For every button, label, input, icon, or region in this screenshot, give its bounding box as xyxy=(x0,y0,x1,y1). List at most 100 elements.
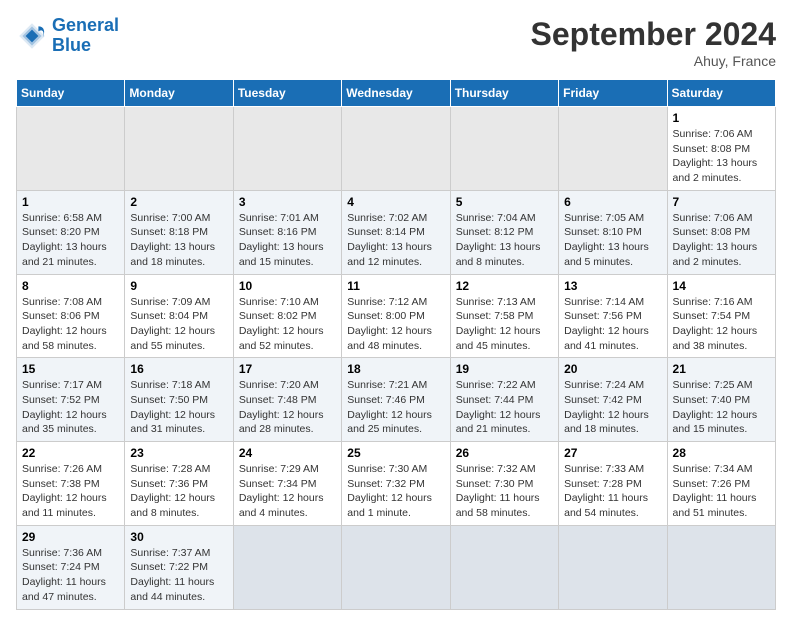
day-detail: Sunrise: 7:37 AM Sunset: 7:22 PM Dayligh… xyxy=(130,546,227,605)
calendar-cell: 1 Sunrise: 7:06 AM Sunset: 8:08 PM Daylig… xyxy=(667,107,775,191)
day-number: 28 xyxy=(673,446,770,460)
calendar-cell: 14 Sunrise: 7:16 AM Sunset: 7:54 PM Dayli… xyxy=(667,274,775,358)
logo-icon xyxy=(16,20,48,52)
day-detail: Sunrise: 7:24 AM Sunset: 7:42 PM Dayligh… xyxy=(564,378,661,437)
day-number: 18 xyxy=(347,362,444,376)
calendar-cell: 29Sunrise: 7:36 AM Sunset: 7:24 PM Dayli… xyxy=(17,525,125,609)
day-number: 25 xyxy=(347,446,444,460)
day-number: 4 xyxy=(347,195,444,209)
day-number: 6 xyxy=(564,195,661,209)
title-block: September 2024 Ahuy, France xyxy=(531,16,776,69)
day-number: 30 xyxy=(130,530,227,544)
day-number: 16 xyxy=(130,362,227,376)
calendar-cell: 15 Sunrise: 7:17 AM Sunset: 7:52 PM Dayli… xyxy=(17,358,125,442)
day-number: 11 xyxy=(347,279,444,293)
day-detail: Sunrise: 7:08 AM Sunset: 8:06 PM Dayligh… xyxy=(22,295,119,354)
calendar-cell: 25 Sunrise: 7:30 AM Sunset: 7:32 PM Dayli… xyxy=(342,442,450,526)
calendar-cell: 13Sunrise: 7:14 AM Sunset: 7:56 PM Dayli… xyxy=(559,274,667,358)
day-detail: Sunrise: 7:14 AM Sunset: 7:56 PM Dayligh… xyxy=(564,295,661,354)
calendar-cell: 10 Sunrise: 7:10 AM Sunset: 8:02 PM Dayli… xyxy=(233,274,341,358)
calendar-header-row: SundayMondayTuesdayWednesdayThursdayFrid… xyxy=(17,80,776,107)
calendar-cell: 11Sunrise: 7:12 AM Sunset: 8:00 PM Dayli… xyxy=(342,274,450,358)
calendar-cell: 6 Sunrise: 7:05 AM Sunset: 8:10 PM Daylig… xyxy=(559,190,667,274)
logo: General Blue xyxy=(16,16,119,56)
day-number: 12 xyxy=(456,279,553,293)
day-number: 24 xyxy=(239,446,336,460)
calendar-week-row: 1 Sunrise: 7:06 AM Sunset: 8:08 PM Daylig… xyxy=(17,107,776,191)
day-detail: Sunrise: 7:22 AM Sunset: 7:44 PM Dayligh… xyxy=(456,378,553,437)
day-number: 1 xyxy=(673,111,770,125)
calendar-cell xyxy=(450,107,558,191)
day-detail: Sunrise: 7:21 AM Sunset: 7:46 PM Dayligh… xyxy=(347,378,444,437)
day-number: 2 xyxy=(130,195,227,209)
col-header-friday: Friday xyxy=(559,80,667,107)
calendar-cell: 30 Sunrise: 7:37 AM Sunset: 7:22 PM Dayli… xyxy=(125,525,233,609)
calendar-cell: 20 Sunrise: 7:24 AM Sunset: 7:42 PM Dayli… xyxy=(559,358,667,442)
calendar-cell: 4 Sunrise: 7:02 AM Sunset: 8:14 PM Daylig… xyxy=(342,190,450,274)
calendar-cell: 21Sunrise: 7:25 AM Sunset: 7:40 PM Dayli… xyxy=(667,358,775,442)
calendar-cell xyxy=(342,525,450,609)
day-number: 8 xyxy=(22,279,119,293)
logo-line1: General xyxy=(52,15,119,35)
calendar-cell xyxy=(559,107,667,191)
day-number: 9 xyxy=(130,279,227,293)
calendar-week-row: 1 Sunrise: 6:58 AM Sunset: 8:20 PM Daylig… xyxy=(17,190,776,274)
logo-line2: Blue xyxy=(52,35,91,55)
day-detail: Sunrise: 7:32 AM Sunset: 7:30 PM Dayligh… xyxy=(456,462,553,521)
col-header-wednesday: Wednesday xyxy=(342,80,450,107)
day-detail: Sunrise: 7:06 AM Sunset: 8:08 PM Dayligh… xyxy=(673,127,770,186)
day-number: 1 xyxy=(22,195,119,209)
day-number: 19 xyxy=(456,362,553,376)
calendar-cell: 22 Sunrise: 7:26 AM Sunset: 7:38 PM Dayli… xyxy=(17,442,125,526)
calendar-cell: 17Sunrise: 7:20 AM Sunset: 7:48 PM Dayli… xyxy=(233,358,341,442)
day-detail: Sunrise: 6:58 AM Sunset: 8:20 PM Dayligh… xyxy=(22,211,119,270)
day-detail: Sunrise: 7:10 AM Sunset: 8:02 PM Dayligh… xyxy=(239,295,336,354)
day-detail: Sunrise: 7:34 AM Sunset: 7:26 PM Dayligh… xyxy=(673,462,770,521)
calendar-cell: 2 Sunrise: 7:00 AM Sunset: 8:18 PM Daylig… xyxy=(125,190,233,274)
calendar-cell: 8 Sunrise: 7:08 AM Sunset: 8:06 PM Daylig… xyxy=(17,274,125,358)
calendar-cell xyxy=(342,107,450,191)
calendar-cell: 19 Sunrise: 7:22 AM Sunset: 7:44 PM Dayli… xyxy=(450,358,558,442)
day-detail: Sunrise: 7:09 AM Sunset: 8:04 PM Dayligh… xyxy=(130,295,227,354)
calendar-cell: 26Sunrise: 7:32 AM Sunset: 7:30 PM Dayli… xyxy=(450,442,558,526)
month-title: September 2024 xyxy=(531,16,776,53)
day-number: 20 xyxy=(564,362,661,376)
logo-text: General Blue xyxy=(52,16,119,56)
day-detail: Sunrise: 7:33 AM Sunset: 7:28 PM Dayligh… xyxy=(564,462,661,521)
day-detail: Sunrise: 7:06 AM Sunset: 8:08 PM Dayligh… xyxy=(673,211,770,270)
location: Ahuy, France xyxy=(531,53,776,69)
day-detail: Sunrise: 7:16 AM Sunset: 7:54 PM Dayligh… xyxy=(673,295,770,354)
day-number: 15 xyxy=(22,362,119,376)
calendar-cell xyxy=(233,525,341,609)
day-number: 3 xyxy=(239,195,336,209)
calendar-week-row: 8 Sunrise: 7:08 AM Sunset: 8:06 PM Daylig… xyxy=(17,274,776,358)
day-number: 14 xyxy=(673,279,770,293)
calendar-cell: 9 Sunrise: 7:09 AM Sunset: 8:04 PM Daylig… xyxy=(125,274,233,358)
calendar-cell: 24Sunrise: 7:29 AM Sunset: 7:34 PM Dayli… xyxy=(233,442,341,526)
day-number: 29 xyxy=(22,530,119,544)
calendar-table: SundayMondayTuesdayWednesdayThursdayFrid… xyxy=(16,79,776,610)
calendar-cell: 23 Sunrise: 7:28 AM Sunset: 7:36 PM Dayli… xyxy=(125,442,233,526)
day-detail: Sunrise: 7:20 AM Sunset: 7:48 PM Dayligh… xyxy=(239,378,336,437)
col-header-saturday: Saturday xyxy=(667,80,775,107)
day-number: 22 xyxy=(22,446,119,460)
day-detail: Sunrise: 7:30 AM Sunset: 7:32 PM Dayligh… xyxy=(347,462,444,521)
calendar-cell xyxy=(233,107,341,191)
day-detail: Sunrise: 7:00 AM Sunset: 8:18 PM Dayligh… xyxy=(130,211,227,270)
day-detail: Sunrise: 7:18 AM Sunset: 7:50 PM Dayligh… xyxy=(130,378,227,437)
day-number: 7 xyxy=(673,195,770,209)
calendar-week-row: 15 Sunrise: 7:17 AM Sunset: 7:52 PM Dayli… xyxy=(17,358,776,442)
day-detail: Sunrise: 7:05 AM Sunset: 8:10 PM Dayligh… xyxy=(564,211,661,270)
day-detail: Sunrise: 7:25 AM Sunset: 7:40 PM Dayligh… xyxy=(673,378,770,437)
page-header: General Blue September 2024 Ahuy, France xyxy=(16,16,776,69)
calendar-cell: 27Sunrise: 7:33 AM Sunset: 7:28 PM Dayli… xyxy=(559,442,667,526)
calendar-week-row: 29Sunrise: 7:36 AM Sunset: 7:24 PM Dayli… xyxy=(17,525,776,609)
day-detail: Sunrise: 7:28 AM Sunset: 7:36 PM Dayligh… xyxy=(130,462,227,521)
day-detail: Sunrise: 7:02 AM Sunset: 8:14 PM Dayligh… xyxy=(347,211,444,270)
day-number: 23 xyxy=(130,446,227,460)
day-detail: Sunrise: 7:26 AM Sunset: 7:38 PM Dayligh… xyxy=(22,462,119,521)
day-detail: Sunrise: 7:17 AM Sunset: 7:52 PM Dayligh… xyxy=(22,378,119,437)
day-number: 10 xyxy=(239,279,336,293)
day-detail: Sunrise: 7:01 AM Sunset: 8:16 PM Dayligh… xyxy=(239,211,336,270)
calendar-cell xyxy=(559,525,667,609)
